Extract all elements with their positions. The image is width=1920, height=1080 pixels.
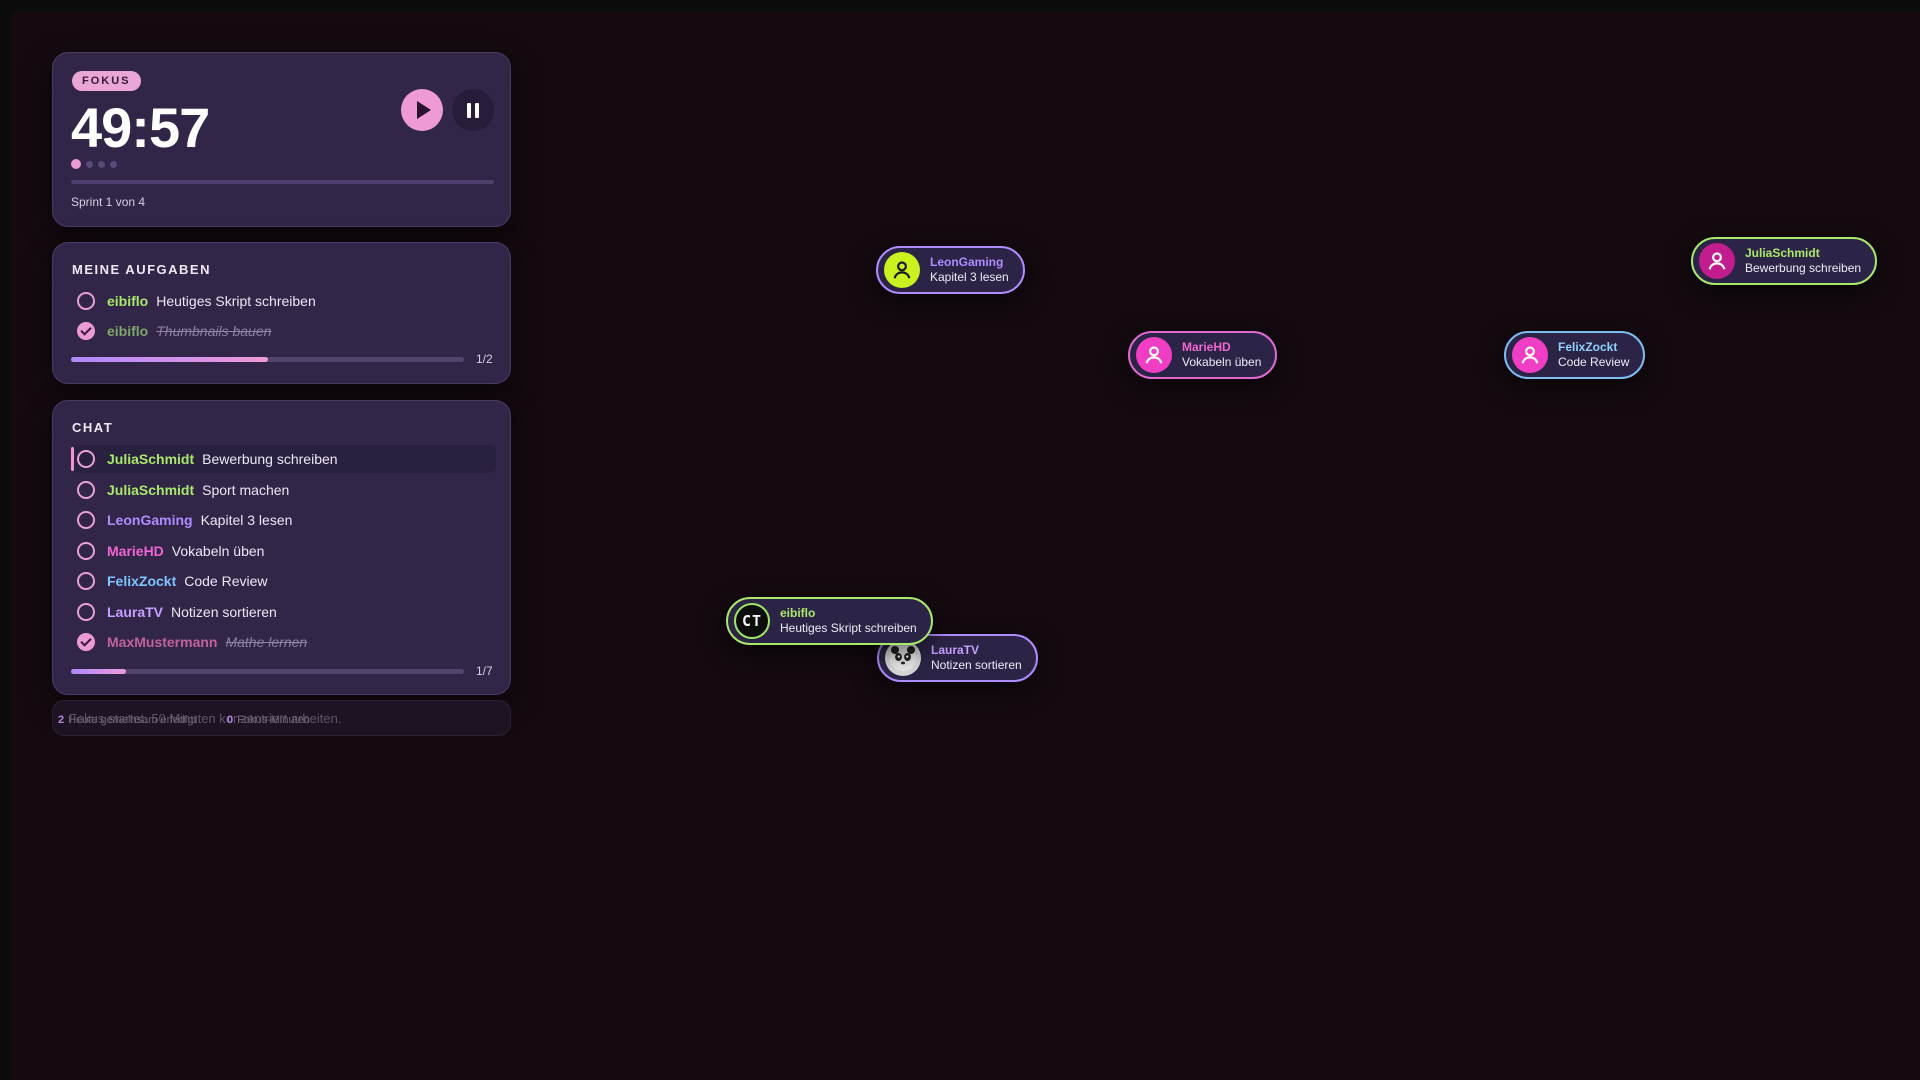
checked-circle-icon[interactable] <box>77 633 95 651</box>
tasks-progress-label: 1/2 <box>476 352 493 366</box>
task-user: LauraTV <box>107 603 164 620</box>
pause-button[interactable] <box>452 89 494 131</box>
task-text: Sport machen <box>202 481 290 498</box>
sprint-dot <box>110 160 117 168</box>
tasks-progress-fill <box>71 357 268 362</box>
unchecked-circle-icon[interactable] <box>77 450 95 468</box>
task-row[interactable]: LauraTV Notizen sortieren <box>71 598 496 626</box>
pill-text: JuliaSchmidt Bewerbung schreiben <box>1745 246 1861 276</box>
task-text: Vokabeln üben <box>171 542 265 559</box>
my-tasks-title: MEINE AUFGABEN <box>72 262 211 277</box>
task-row[interactable]: MaxMustermann Mathe lernen <box>71 628 496 656</box>
pill-text: LeonGaming Kapitel 3 lesen <box>930 255 1009 285</box>
mode-badge: FOKUS <box>72 71 141 91</box>
checked-circle-icon[interactable] <box>77 322 95 340</box>
task-row[interactable]: eibiflo Heutiges Skript schreiben <box>71 287 496 315</box>
task-row[interactable]: LeonGaming Kapitel 3 lesen <box>71 506 496 534</box>
sprint-dot <box>98 160 105 168</box>
task-user: JuliaSchmidt <box>107 481 195 498</box>
focus-stat: 0 Fokus-Minuten <box>227 714 310 726</box>
chat-progress-fill <box>71 669 127 674</box>
task-row[interactable]: eibiflo Thumbnails bauen <box>71 317 496 345</box>
unchecked-circle-icon[interactable] <box>77 292 95 310</box>
pill-username: LauraTV <box>931 643 980 657</box>
tasks-progress-track <box>71 357 464 362</box>
task-text: Mathe lernen <box>225 634 308 650</box>
canvas-user-pill[interactable]: CT eibiflo Heutiges Skript schreiben <box>726 597 933 645</box>
pause-icon <box>467 102 479 118</box>
done-count: 2 <box>58 714 65 726</box>
timer-display: 49:57 <box>71 96 210 159</box>
ct-logo-text: CT <box>741 612 763 630</box>
unchecked-circle-icon[interactable] <box>77 511 95 529</box>
sprint-dot <box>86 160 93 168</box>
done-stat: 2 Heute gemeinsam erledigt <box>58 714 197 726</box>
sprint-dot <box>71 159 81 169</box>
task-user: MaxMustermann <box>107 634 218 650</box>
canvas-user-pill[interactable]: MarieHD Vokabeln üben <box>1128 331 1278 379</box>
person-icon <box>1699 243 1735 279</box>
unchecked-circle-icon[interactable] <box>77 602 95 621</box>
task-text: Notizen sortieren <box>171 603 277 620</box>
stats-bar: Fokus startet. 50 Minuten konzentriert a… <box>52 700 511 736</box>
timer-panel: FOKUS 49:57 Sprint 1 von 4 <box>52 52 511 227</box>
sprint-label: Sprint 1 von 4 <box>71 195 146 209</box>
task-user: JuliaSchmidt <box>107 451 195 467</box>
pill-text: MarieHD Vokabeln üben <box>1182 340 1261 370</box>
task-user: eibiflo <box>107 323 149 339</box>
pill-username: eibiflo <box>780 606 816 620</box>
ct-logo-avatar: CT <box>734 603 770 639</box>
pill-task: Kapitel 3 lesen <box>930 270 1009 284</box>
task-user: MarieHD <box>107 542 164 559</box>
focus-label: Fokus-Minuten <box>237 714 310 726</box>
chat-panel: CHAT JuliaSchmidt Bewerbung schreiben Juli… <box>52 400 511 695</box>
pill-task: Notizen sortieren <box>931 658 1022 672</box>
play-button[interactable] <box>401 89 443 131</box>
my-tasks-panel: MEINE AUFGABEN eibiflo Heutiges Skript sc… <box>52 242 511 384</box>
task-row[interactable]: JuliaSchmidt Bewerbung schreiben <box>71 445 496 473</box>
timer-progress-track <box>71 180 494 184</box>
done-label: Heute gemeinsam erledigt <box>68 714 197 726</box>
pill-text: FelixZockt Code Review <box>1558 340 1629 370</box>
task-text: Thumbnails bauen <box>156 323 272 339</box>
pill-username: JuliaSchmidt <box>1745 246 1820 260</box>
person-icon <box>1512 337 1548 373</box>
pill-task: Heutiges Skript schreiben <box>780 621 917 635</box>
window-top-edge <box>0 0 1920 12</box>
task-text: Code Review <box>184 573 268 589</box>
pill-username: MarieHD <box>1182 340 1231 354</box>
chat-progress-label: 1/7 <box>476 664 493 678</box>
task-text: Kapitel 3 lesen <box>200 512 293 528</box>
canvas-user-pill[interactable]: JuliaSchmidt Bewerbung schreiben <box>1691 237 1878 285</box>
unchecked-circle-icon[interactable] <box>77 480 95 499</box>
task-user: eibiflo <box>107 293 149 309</box>
task-text: Bewerbung schreiben <box>202 451 338 467</box>
play-icon <box>417 101 431 119</box>
chat-title: CHAT <box>72 420 114 435</box>
panda-icon <box>885 640 921 676</box>
pill-text: LauraTV Notizen sortieren <box>931 643 1022 673</box>
task-text: Heutiges Skript schreiben <box>156 293 316 309</box>
window-left-edge <box>0 0 12 1080</box>
sprint-dots <box>71 159 117 169</box>
pill-text: eibiflo Heutiges Skript schreiben <box>780 606 917 636</box>
pill-username: LeonGaming <box>930 255 1004 269</box>
canvas-user-pill[interactable]: FelixZockt Code Review <box>1504 331 1646 379</box>
canvas-user-pill[interactable]: LeonGaming Kapitel 3 lesen <box>876 246 1025 294</box>
chat-progress-track <box>71 669 464 674</box>
task-row[interactable]: FelixZockt Code Review <box>71 567 496 595</box>
pill-task: Code Review <box>1558 355 1630 369</box>
pill-task: Bewerbung schreiben <box>1745 261 1862 275</box>
task-row[interactable]: JuliaSchmidt Sport machen <box>71 476 496 504</box>
pill-username: FelixZockt <box>1558 340 1618 354</box>
pill-task: Vokabeln üben <box>1182 355 1262 369</box>
task-user: FelixZockt <box>107 573 177 589</box>
person-icon <box>884 252 920 288</box>
task-user: LeonGaming <box>107 512 193 528</box>
focus-count: 0 <box>227 714 234 726</box>
person-icon <box>1136 337 1172 373</box>
unchecked-circle-icon[interactable] <box>77 541 95 560</box>
unchecked-circle-icon[interactable] <box>77 572 95 590</box>
task-row[interactable]: MarieHD Vokabeln üben <box>71 537 496 565</box>
